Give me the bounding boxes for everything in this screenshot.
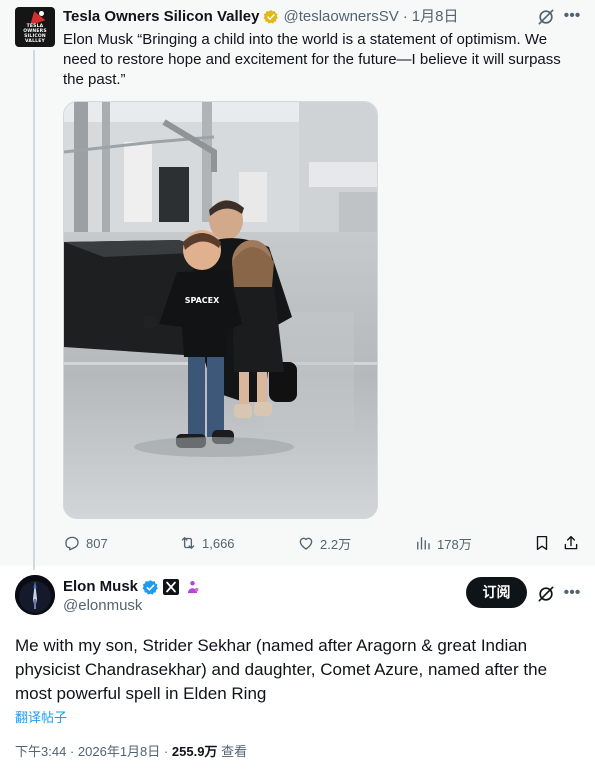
separator-dot: ·	[69, 744, 75, 759]
x-affiliate-icon[interactable]	[163, 579, 180, 595]
grok-icon[interactable]	[536, 584, 556, 604]
views-icon	[417, 537, 430, 550]
reply-count: 807	[86, 535, 108, 551]
post-date[interactable]: 1月8日	[412, 8, 459, 26]
share-button[interactable]	[562, 532, 585, 554]
more-icon[interactable]: •••	[561, 583, 583, 605]
reply-icon	[65, 536, 79, 551]
grok-icon[interactable]	[536, 7, 556, 27]
author-name[interactable]: Elon Musk	[63, 578, 138, 596]
author-handle[interactable]: @teslaownersSV	[283, 8, 398, 26]
tesla-owners-avatar[interactable]: TESLA OWNERS SILICON VALLEY	[15, 7, 55, 47]
verified-blue-icon	[142, 579, 158, 595]
affiliate-people-icon[interactable]	[184, 579, 201, 596]
post-meta: 下午3:44 · 2026年1月8日 · 255.9万 查看	[15, 741, 247, 760]
bookmark-button[interactable]	[533, 532, 556, 554]
parent-post-text: Elon Musk “Bringing a child into the wor…	[63, 31, 561, 88]
reply-button[interactable]: 807	[63, 532, 108, 554]
view-count: 178万	[437, 536, 472, 552]
separator-dot: ·	[402, 8, 408, 25]
thread-connector-line	[33, 50, 35, 570]
repost-count: 1,666	[202, 535, 235, 551]
translate-post-link[interactable]: 翻译帖子	[15, 707, 67, 726]
share-icon	[564, 535, 578, 550]
hangar-photo: SPACEX	[64, 102, 377, 518]
repost-button[interactable]: 1,666	[179, 532, 235, 554]
parent-post-actions: 807 1,666 2.2万 178万	[63, 532, 583, 554]
post-date[interactable]: 2026年1月8日	[78, 744, 160, 759]
repost-icon	[181, 537, 195, 549]
subscribe-button[interactable]: 订阅	[466, 577, 527, 608]
spacex-shirt-logo: SPACEX	[185, 296, 220, 305]
like-button[interactable]: 2.2万	[297, 532, 351, 554]
verified-gold-icon	[263, 10, 279, 24]
author-handle[interactable]: @elonmusk	[63, 597, 142, 614]
separator-dot: ·	[163, 744, 169, 759]
post-time[interactable]: 下午3:44	[15, 744, 66, 759]
like-icon	[299, 537, 313, 550]
views-button[interactable]: 178万	[414, 532, 472, 554]
more-icon[interactable]: •••	[561, 6, 583, 28]
bookmark-icon	[536, 535, 548, 551]
post-photo[interactable]: SPACEX	[63, 101, 378, 519]
elon-musk-avatar[interactable]	[15, 575, 55, 615]
like-count: 2.2万	[320, 536, 352, 552]
main-post-text: Me with my son, Strider Sekhar (named af…	[15, 636, 548, 703]
avatar-logo-text: TESLA OWNERS SILICON VALLEY	[23, 24, 47, 44]
view-count: 255.9万	[171, 744, 218, 759]
parent-post-header: Tesla Owners Silicon Valley @teslaowners…	[63, 8, 458, 26]
main-post-header: Elon Musk	[63, 578, 201, 596]
parent-post[interactable]: TESLA OWNERS SILICON VALLEY Tesla Owners…	[0, 0, 595, 570]
views-label: 查看	[221, 744, 248, 759]
author-name[interactable]: Tesla Owners Silicon Valley	[63, 8, 259, 26]
